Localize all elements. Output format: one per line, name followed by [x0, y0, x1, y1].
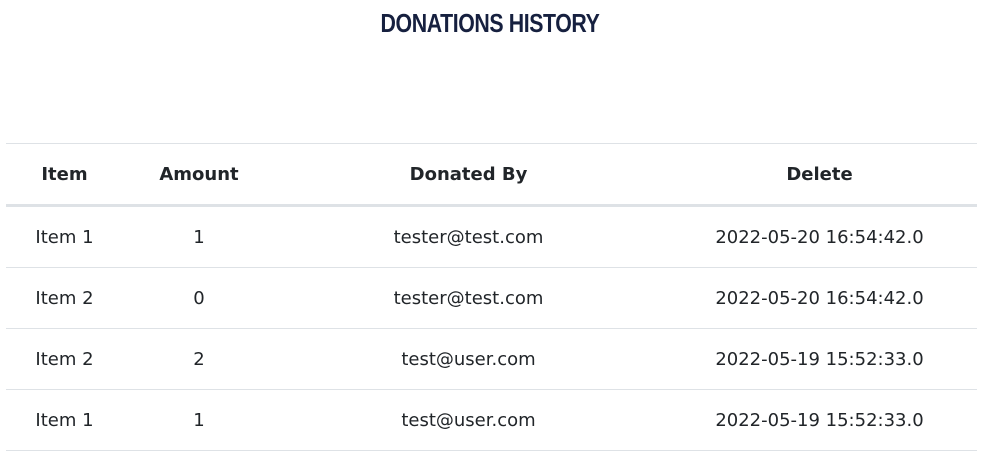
- table-body: Item 1 1 tester@test.com 2022-05-20 16:5…: [6, 205, 977, 451]
- table-row: Item 2 0 tester@test.com 2022-05-20 16:5…: [6, 267, 977, 329]
- column-header-item: Item: [6, 143, 123, 207]
- cell-amount: 1: [123, 389, 275, 451]
- cell-donated-by: tester@test.com: [275, 205, 662, 268]
- column-header-amount: Amount: [123, 143, 275, 207]
- page-title: DONATIONS HISTORY: [380, 8, 600, 38]
- donations-table: Item Amount Donated By Delete Item 1 1 t…: [6, 143, 977, 451]
- table-header: Item Amount Donated By Delete: [6, 143, 977, 207]
- cell-item: Item 2: [6, 328, 123, 390]
- table-row: Item 1 1 test@user.com 2022-05-19 15:52:…: [6, 389, 977, 451]
- donations-table-container: Item Amount Donated By Delete Item 1 1 t…: [6, 143, 977, 451]
- cell-delete: 2022-05-20 16:54:42.0: [662, 205, 977, 268]
- cell-amount: 0: [123, 267, 275, 329]
- cell-donated-by: test@user.com: [275, 328, 662, 390]
- cell-delete: 2022-05-20 16:54:42.0: [662, 267, 977, 329]
- cell-delete: 2022-05-19 15:52:33.0: [662, 328, 977, 390]
- cell-donated-by: test@user.com: [275, 389, 662, 451]
- cell-amount: 2: [123, 328, 275, 390]
- cell-item: Item 2: [6, 267, 123, 329]
- cell-donated-by: tester@test.com: [275, 267, 662, 329]
- cell-item: Item 1: [6, 389, 123, 451]
- cell-delete: 2022-05-19 15:52:33.0: [662, 389, 977, 451]
- column-header-donated-by: Donated By: [275, 143, 662, 207]
- header-row: Item Amount Donated By Delete: [6, 143, 977, 207]
- table-row: Item 1 1 tester@test.com 2022-05-20 16:5…: [6, 205, 977, 268]
- cell-amount: 1: [123, 205, 275, 268]
- table-row: Item 2 2 test@user.com 2022-05-19 15:52:…: [6, 328, 977, 390]
- column-header-delete: Delete: [662, 143, 977, 207]
- cell-item: Item 1: [6, 205, 123, 268]
